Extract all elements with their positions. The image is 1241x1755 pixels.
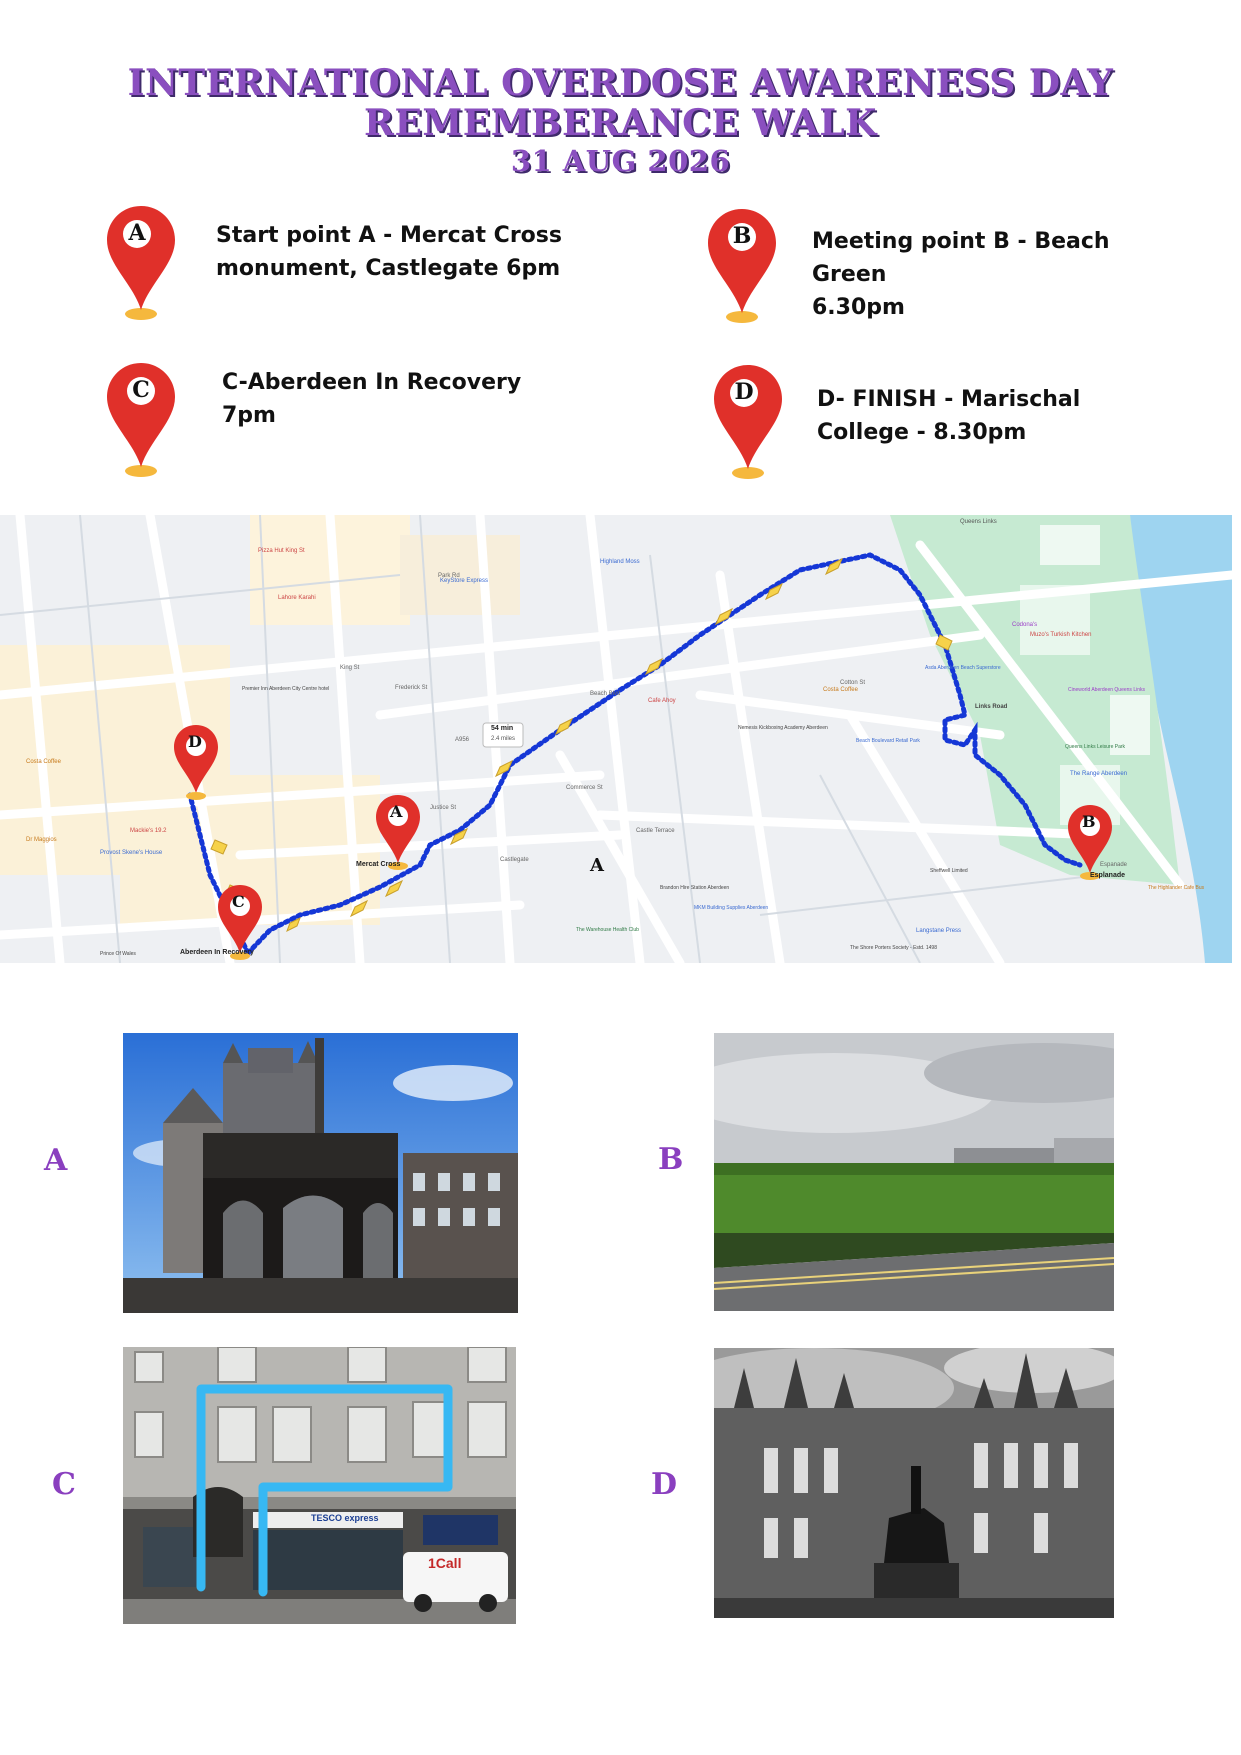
photo-a-letter: A bbox=[44, 1143, 68, 1178]
place-label: KeyStore Express bbox=[440, 578, 489, 584]
place-label: Costa Coffee bbox=[26, 759, 61, 765]
map-pin-c-label: C bbox=[232, 892, 245, 911]
street-label: Frederick St bbox=[395, 685, 428, 691]
map-pin-icon: A bbox=[105, 204, 177, 322]
place-label: The Warehouse Health Club bbox=[576, 927, 639, 933]
point-b-description: Meeting point B - Beach Green 6.30pm bbox=[812, 229, 1110, 320]
tesco-sign: TESCO express bbox=[311, 1513, 379, 1523]
street-label: Beach Blvd bbox=[590, 691, 621, 697]
place-label: Cafe Ahoy bbox=[648, 698, 676, 704]
street-label: A956 bbox=[455, 737, 470, 743]
place-label: Pizza Hut King St bbox=[258, 548, 305, 554]
point-d-description: D- FINISH - Marischal College - 8.30pm bbox=[817, 387, 1081, 445]
pin-letter: C bbox=[132, 377, 150, 403]
street-label: Espanade bbox=[1100, 862, 1128, 868]
photo-beach-green bbox=[714, 1033, 1114, 1311]
map-pin-b-label: B bbox=[1082, 812, 1096, 831]
street-label: King St bbox=[340, 665, 360, 671]
map-mercat-cross: Mercat Cross bbox=[356, 861, 401, 868]
place-label: Langstane Press bbox=[916, 928, 962, 934]
map-pin-a-label: A bbox=[390, 802, 403, 821]
photo-b-letter: B bbox=[658, 1142, 684, 1177]
place-label: The Range Aberdeen bbox=[1070, 771, 1128, 777]
place-label: Premier Inn Aberdeen City Centre hotel bbox=[242, 686, 330, 692]
map-route-a-label: A bbox=[590, 855, 604, 876]
van-sign: 1Call bbox=[428, 1555, 462, 1571]
place-label: Muzo's Turkish Kitchen bbox=[1030, 632, 1092, 638]
place-label: Highland Moss bbox=[600, 559, 640, 565]
place-label: Brandon Hire Station Aberdeen bbox=[660, 885, 730, 891]
photo-c-letter: C bbox=[52, 1467, 76, 1502]
photo-d-letter: D bbox=[651, 1467, 678, 1502]
title-line-2: REMEMBERANCE WALK bbox=[364, 102, 877, 144]
street-label: Castle Terrace bbox=[636, 828, 675, 834]
place-label: Provost Skene's House bbox=[100, 850, 163, 856]
street-label: Cotton St bbox=[840, 680, 866, 686]
pin-letter: B bbox=[732, 223, 752, 249]
map-pin-icon: D bbox=[712, 363, 784, 481]
photo-aberdeen-in-recovery: TESCO express 1Call bbox=[123, 1347, 516, 1624]
title-line-1: INTERNATIONAL OVERDOSE AWARENESS DAY bbox=[127, 62, 1114, 104]
place-label: Beach Boulevard Retail Park bbox=[856, 738, 920, 744]
pin-letter: A bbox=[128, 220, 146, 246]
street-label: Commerce St bbox=[566, 785, 603, 791]
place-label: Mackie's 19.2 bbox=[130, 828, 167, 834]
place-label: Asda Aberdeen Beach Superstore bbox=[925, 665, 1001, 671]
place-label: Cineworld Aberdeen Queens Links bbox=[1068, 687, 1145, 693]
street-label: Justice St bbox=[430, 805, 457, 811]
map-esplanade: Esplanade bbox=[1090, 872, 1126, 879]
map-walk-time: 54 min bbox=[491, 725, 514, 732]
map-aberdeen-in-recovery: Aberdeen In Recovery bbox=[180, 949, 254, 956]
map-pin-d-label: D bbox=[188, 732, 202, 751]
place-label: The Highlander Cafe Bus bbox=[1148, 885, 1205, 891]
point-c-description: C-Aberdeen In Recovery 7pm bbox=[222, 370, 522, 428]
map-pin-icon: C bbox=[105, 361, 177, 479]
place-label: The Shore Porters Society - Estd. 1498 bbox=[850, 945, 937, 951]
place-label: Dr Maggios bbox=[26, 837, 57, 843]
map-pin-icon: B bbox=[706, 207, 778, 325]
photo-mercat-cross bbox=[123, 1033, 518, 1313]
event-date: 31 AUG 2026 bbox=[510, 144, 731, 178]
point-a-description: Start point A - Mercat Cross monument, C… bbox=[216, 223, 562, 281]
street-label: Castlegate bbox=[500, 857, 529, 863]
place-label: Prince Of Wales bbox=[100, 951, 136, 957]
photo-marischal-college bbox=[714, 1348, 1114, 1618]
place-label: Queens Links Leisure Park bbox=[1065, 744, 1126, 750]
place-label: Costa Coffee bbox=[823, 687, 858, 693]
street-label: Links Road bbox=[975, 704, 1008, 710]
place-label: Nemesis Kickboxing Academy Aberdeen bbox=[738, 725, 828, 731]
place-label: MKM Building Supplies Aberdeen bbox=[694, 905, 769, 911]
pin-letter: D bbox=[734, 379, 754, 405]
place-label: Sheffwell Limited bbox=[930, 868, 968, 874]
place-label: Codona's bbox=[1012, 622, 1038, 628]
place-label: Queens Links bbox=[960, 519, 997, 525]
place-label: Lahore Karahi bbox=[278, 595, 316, 601]
map-walk-distance: 2.4 miles bbox=[491, 736, 516, 742]
route-map: D A C B A Aberdeen In Recovery Mercat Cr… bbox=[0, 515, 1232, 963]
